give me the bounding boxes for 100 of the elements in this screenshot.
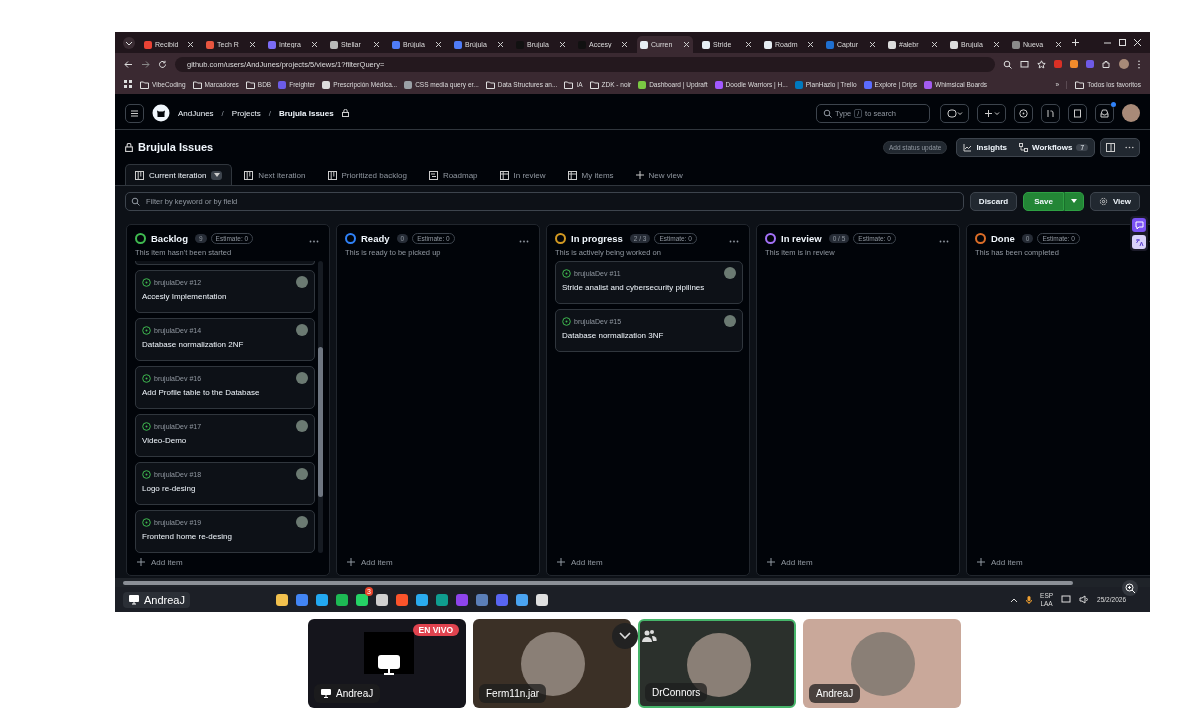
add-item-button[interactable]: Add item: [135, 553, 323, 571]
close-icon[interactable]: [683, 41, 690, 48]
close-icon[interactable]: [869, 41, 876, 48]
add-item-button[interactable]: Add item: [555, 553, 743, 571]
breadcrumb-link[interactable]: Projects: [231, 108, 261, 118]
inbox-button[interactable]: [1095, 103, 1114, 123]
add-item-button[interactable]: Add item: [975, 553, 1150, 571]
star-icon[interactable]: [1037, 59, 1046, 69]
chevron-up-icon[interactable]: [1010, 596, 1019, 603]
add-item-button[interactable]: Add item: [765, 553, 953, 571]
taskbar-app-icon[interactable]: [536, 593, 548, 606]
save-options-button[interactable]: [1063, 191, 1084, 211]
zoom-in-button[interactable]: [1122, 580, 1138, 596]
breadcrumb-link[interactable]: AndJunes: [178, 108, 214, 118]
issue-title[interactable]: Accesly Implementation: [142, 292, 308, 301]
issue-title[interactable]: Add Profile table to the Database: [142, 388, 308, 397]
install-icon[interactable]: [1020, 59, 1029, 69]
view-tab[interactable]: Prioritized backlog: [317, 164, 417, 185]
zoom-icon[interactable]: [1003, 59, 1012, 69]
vertical-scrollbar[interactable]: [318, 261, 323, 553]
taskbar-app-icon[interactable]: [336, 593, 348, 606]
close-icon[interactable]: [311, 41, 318, 48]
back-icon[interactable]: [124, 59, 133, 69]
discard-button[interactable]: Discard: [969, 191, 1018, 211]
taskbar-app-icon[interactable]: [356, 593, 368, 606]
user-avatar[interactable]: [1122, 104, 1140, 122]
close-icon[interactable]: [993, 41, 1000, 48]
taskbar-app-icon[interactable]: [416, 593, 428, 606]
participant-tile[interactable]: AndreaJ: [803, 619, 961, 708]
assignee-avatar[interactable]: [296, 372, 308, 384]
taskbar-app-icon[interactable]: [376, 593, 388, 606]
monitor-icon: [377, 654, 401, 676]
issue-title[interactable]: Stride analist and cybersecurity pipilines: [562, 283, 736, 292]
close-icon[interactable]: [621, 41, 628, 48]
taskbar-app-icon[interactable]: [516, 593, 528, 606]
participant-tile[interactable]: Ferm11n.jar: [473, 619, 631, 708]
forward-icon[interactable]: [141, 59, 150, 69]
menu-button[interactable]: [125, 103, 144, 123]
copilot-button[interactable]: [940, 103, 969, 123]
close-icon[interactable]: [559, 41, 566, 48]
issue-title[interactable]: Frontend home re-desing: [142, 532, 308, 541]
assignee-avatar[interactable]: [296, 468, 308, 480]
breadcrumb-link[interactable]: Brujula Issues: [278, 108, 334, 118]
new-tab-icon[interactable]: [1071, 38, 1080, 47]
apps-grid-icon[interactable]: [124, 80, 133, 89]
view-tab[interactable]: Current iteration: [125, 164, 233, 185]
speaker-icon[interactable]: [1079, 595, 1090, 604]
issues-button[interactable]: [1014, 103, 1033, 123]
microphone-icon[interactable]: [1026, 594, 1033, 605]
issue-title[interactable]: Database normalization 3NF: [562, 331, 736, 340]
assignee-avatar[interactable]: [724, 267, 736, 279]
participant-tile[interactable]: EN VIVO AndreaJ: [308, 619, 466, 708]
zoom-in-icon: [1124, 582, 1136, 594]
view-tab[interactable]: In review: [489, 164, 556, 185]
people-icon[interactable]: [641, 629, 657, 643]
assignee-avatar[interactable]: [296, 420, 308, 432]
network-icon[interactable]: [1061, 595, 1072, 604]
assignee-avatar[interactable]: [296, 276, 308, 288]
pull-requests-button[interactable]: [1041, 103, 1060, 123]
close-icon[interactable]: [807, 41, 814, 48]
close-icon[interactable]: [373, 41, 380, 48]
view-tab[interactable]: My items: [557, 164, 624, 185]
taskbar-app-icon[interactable]: [316, 593, 328, 606]
issue-title[interactable]: Database normalization 2NF: [142, 340, 308, 349]
close-icon[interactable]: [187, 41, 194, 48]
maximize-icon[interactable]: [1118, 38, 1127, 47]
insights-button[interactable]: Insights: [957, 138, 1014, 156]
view-options-button[interactable]: [211, 170, 223, 180]
view-tab[interactable]: Next iteration: [234, 164, 316, 185]
taskbar-app-icon[interactable]: [276, 593, 288, 606]
participant-tile[interactable]: DrConnors: [638, 619, 796, 708]
new-view-tab[interactable]: New view: [625, 164, 693, 185]
add-item-button[interactable]: Add item: [345, 553, 533, 571]
assignee-avatar[interactable]: [724, 315, 736, 327]
save-button[interactable]: Save: [1023, 191, 1064, 211]
tab-list-button[interactable]: [123, 36, 135, 49]
presenter-label: AndreaJ: [123, 591, 190, 608]
profile-avatar[interactable]: [1119, 59, 1129, 69]
close-icon[interactable]: [745, 41, 752, 48]
horizontal-scrollbar[interactable]: [115, 578, 1150, 587]
translate-button[interactable]: [1132, 235, 1146, 249]
view-button[interactable]: View: [1089, 191, 1140, 211]
close-icon[interactable]: [931, 41, 938, 48]
github-logo-icon[interactable]: [152, 104, 170, 122]
close-icon[interactable]: [497, 41, 504, 48]
projects-button[interactable]: [1068, 103, 1087, 123]
assignee-avatar[interactable]: [296, 324, 308, 336]
create-button[interactable]: [977, 103, 1006, 123]
close-icon[interactable]: [249, 41, 256, 48]
issue-title[interactable]: Video-Demo: [142, 436, 308, 445]
issue-title[interactable]: Logo re-desing: [142, 484, 308, 493]
close-icon[interactable]: [435, 41, 442, 48]
view-tab[interactable]: Roadmap: [418, 164, 488, 185]
assignee-avatar[interactable]: [296, 516, 308, 528]
collapse-button[interactable]: [612, 623, 638, 649]
more-icon[interactable]: [1137, 59, 1141, 69]
feedback-button[interactable]: [1132, 218, 1146, 232]
close-icon[interactable]: [1133, 38, 1142, 47]
close-icon[interactable]: [1055, 41, 1062, 48]
reload-icon[interactable]: [158, 59, 167, 69]
